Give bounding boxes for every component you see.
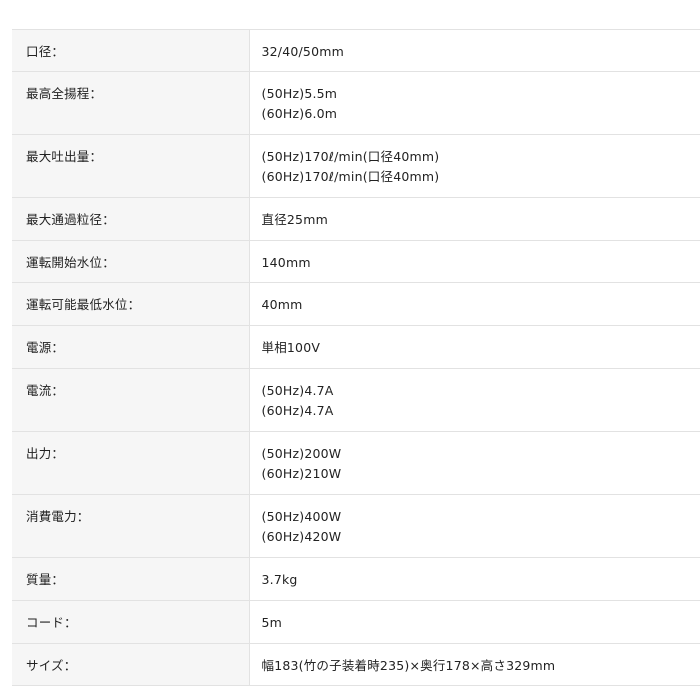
spec-row-cord: コード： 5m	[12, 600, 700, 644]
spec-value: (50Hz)4.7A (60Hz)4.7A	[249, 368, 700, 432]
spec-label: 出力：	[12, 431, 250, 495]
spec-value: (50Hz)5.5m (60Hz)6.0m	[249, 71, 700, 135]
spec-row-current: 電流： (50Hz)4.7A (60Hz)4.7A	[12, 368, 700, 432]
spec-row-output: 出力： (50Hz)200W (60Hz)210W	[12, 431, 700, 495]
spec-value: (50Hz)170ℓ/min(口径40mm) (60Hz)170ℓ/min(口径…	[249, 134, 700, 198]
spec-label-text: 電源：	[26, 340, 65, 355]
spec-row-mass: 質量： 3.7kg	[12, 557, 700, 601]
spec-value-line: (50Hz)4.7A	[261, 383, 334, 398]
spec-value-line: 3.7kg	[261, 572, 298, 587]
spec-value: 5m	[249, 600, 700, 644]
spec-row-caliber: 口径： 32/40/50mm	[12, 29, 700, 72]
spec-label-text: 最高全揚程：	[26, 86, 103, 101]
spec-value: 40mm	[249, 282, 700, 326]
spec-value-line: 単相100V	[261, 340, 321, 355]
spec-label: 電流：	[12, 368, 250, 432]
spec-label: 最大吐出量：	[12, 134, 250, 198]
spec-label-text: 最大通過粒径：	[26, 212, 115, 227]
spec-label: 運転開始水位：	[12, 240, 250, 283]
spec-label: 口径：	[12, 29, 250, 72]
spec-label-text: 出力：	[26, 446, 65, 461]
spec-label: サイズ：	[12, 643, 250, 686]
spec-value: 幅183(竹の子装着時235)×奥行178×高さ329mm	[249, 643, 700, 686]
spec-label: 最大通過粒径：	[12, 197, 250, 241]
spec-value: (50Hz)200W (60Hz)210W	[249, 431, 700, 495]
spec-row-min-level: 運転可能最低水位： 40mm	[12, 282, 700, 326]
spec-label-text: 消費電力：	[26, 509, 90, 524]
spec-value-line: (50Hz)400W	[261, 509, 342, 524]
spec-value-line: (60Hz)420W	[261, 529, 342, 544]
spec-label-text: 質量：	[26, 572, 65, 587]
spec-label: 運転可能最低水位：	[12, 282, 250, 326]
spec-label-text: コード：	[26, 615, 77, 630]
spec-row-max-discharge: 最大吐出量： (50Hz)170ℓ/min(口径40mm) (60Hz)170ℓ…	[12, 134, 700, 198]
spec-label-text: 運転可能最低水位：	[26, 297, 141, 312]
spec-value-line: 幅183(竹の子装着時235)×奥行178×高さ329mm	[261, 658, 556, 673]
spec-value-line: 140mm	[261, 255, 311, 270]
spec-table: 口径： 32/40/50mm 最高全揚程： (50Hz)5.5m (60Hz)6…	[12, 29, 700, 686]
spec-label: 電源：	[12, 325, 250, 369]
spec-value: 140mm	[249, 240, 700, 283]
spec-label: コード：	[12, 600, 250, 644]
spec-value: (50Hz)400W (60Hz)420W	[249, 494, 700, 558]
spec-label: 質量：	[12, 557, 250, 601]
spec-value-line: 32/40/50mm	[261, 44, 344, 59]
spec-row-max-head: 最高全揚程： (50Hz)5.5m (60Hz)6.0m	[12, 71, 700, 135]
spec-value-line: 40mm	[261, 297, 303, 312]
spec-value-line: (60Hz)4.7A	[261, 403, 334, 418]
spec-label-text: 運転開始水位：	[26, 255, 115, 270]
spec-label: 最高全揚程：	[12, 71, 250, 135]
spec-value: 直径25mm	[249, 197, 700, 241]
spec-label: 消費電力：	[12, 494, 250, 558]
spec-value-line: (60Hz)170ℓ/min(口径40mm)	[261, 169, 440, 184]
spec-table-body: 口径： 32/40/50mm 最高全揚程： (50Hz)5.5m (60Hz)6…	[12, 29, 700, 686]
spec-label-text: 口径：	[26, 44, 65, 59]
spec-value-line: 直径25mm	[261, 212, 328, 227]
spec-value: 3.7kg	[249, 557, 700, 601]
spec-row-max-particle: 最大通過粒径： 直径25mm	[12, 197, 700, 241]
spec-value: 単相100V	[249, 325, 700, 369]
spec-value-line: (50Hz)5.5m	[261, 86, 338, 101]
spec-value-line: (50Hz)200W	[261, 446, 342, 461]
spec-row-start-level: 運転開始水位： 140mm	[12, 240, 700, 283]
spec-row-size: サイズ： 幅183(竹の子装着時235)×奥行178×高さ329mm	[12, 643, 700, 686]
spec-value-line: (60Hz)210W	[261, 466, 342, 481]
spec-label-text: 電流：	[26, 383, 65, 398]
spec-label-text: サイズ：	[26, 658, 77, 673]
spec-value-line: (50Hz)170ℓ/min(口径40mm)	[261, 149, 440, 164]
spec-value: 32/40/50mm	[249, 29, 700, 72]
spec-row-power-consumption: 消費電力： (50Hz)400W (60Hz)420W	[12, 494, 700, 558]
spec-value-line: 5m	[261, 615, 283, 630]
spec-label-text: 最大吐出量：	[26, 149, 103, 164]
spec-row-power-source: 電源： 単相100V	[12, 325, 700, 369]
spec-value-line: (60Hz)6.0m	[261, 106, 338, 121]
